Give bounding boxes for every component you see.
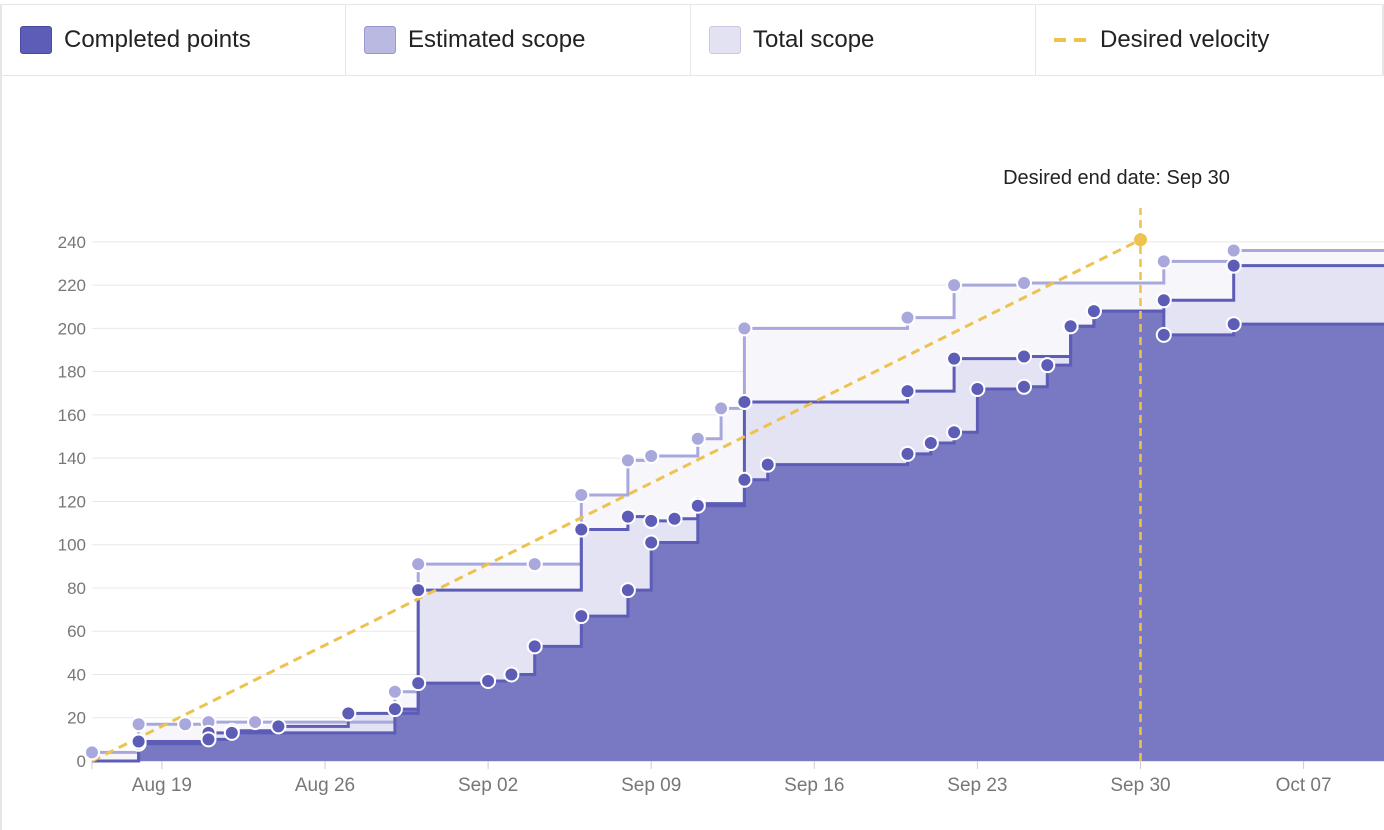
estimated-scope-point bbox=[666, 510, 683, 527]
completed-points-point bbox=[643, 534, 660, 551]
x-tick-label: Sep 09 bbox=[621, 775, 681, 796]
estimated-scope-point bbox=[899, 383, 916, 400]
estimated-scope-point bbox=[410, 582, 427, 599]
y-tick-label: 140 bbox=[58, 449, 86, 468]
completed-points-area bbox=[92, 311, 1384, 761]
estimated-scope-point bbox=[619, 508, 636, 525]
y-tick-label: 40 bbox=[67, 665, 86, 684]
estimated-scope-point bbox=[573, 521, 590, 538]
y-tick-label: 60 bbox=[67, 622, 86, 641]
y-tick-label: 180 bbox=[58, 363, 86, 382]
y-tick-label: 100 bbox=[58, 536, 86, 555]
total-scope-point bbox=[643, 448, 660, 465]
completed-points-point bbox=[759, 456, 776, 473]
estimated-scope-point bbox=[340, 705, 357, 722]
completed-points-point bbox=[503, 666, 520, 683]
completed-points-point bbox=[223, 724, 240, 741]
completed-points-point bbox=[526, 638, 543, 655]
total-scope-point bbox=[1155, 253, 1172, 270]
completed-points-point bbox=[736, 471, 753, 488]
total-scope-point bbox=[1016, 274, 1032, 291]
total-scope-point bbox=[946, 277, 963, 294]
completed-points-point bbox=[1155, 326, 1172, 343]
y-tick-label: 220 bbox=[58, 276, 86, 295]
desired-end-date-label: Desired end date: Sep 30 bbox=[1003, 167, 1230, 189]
completed-points-point bbox=[619, 582, 636, 599]
x-tick-label: Aug 19 bbox=[132, 775, 192, 796]
burnup-chart: 020406080100120140160180200220240Aug 19 A… bbox=[58, 167, 1384, 796]
total-scope-point bbox=[1225, 242, 1242, 259]
completed-points-point bbox=[899, 445, 916, 462]
completed-points-point bbox=[573, 608, 590, 625]
estimated-scope-point bbox=[270, 718, 287, 735]
completed-points-point bbox=[130, 733, 147, 750]
total-scope-point bbox=[386, 683, 403, 700]
completed-points-point bbox=[1085, 303, 1102, 320]
total-scope-point bbox=[526, 556, 543, 573]
total-scope-point bbox=[899, 309, 916, 326]
estimated-scope-point bbox=[1155, 292, 1172, 309]
total-scope-point bbox=[573, 486, 590, 503]
y-tick-label: 120 bbox=[58, 492, 86, 511]
completed-points-point bbox=[410, 675, 427, 692]
completed-points-point bbox=[386, 701, 403, 718]
estimated-scope-point bbox=[946, 350, 963, 367]
total-scope-point bbox=[177, 716, 194, 733]
completed-points-point bbox=[969, 380, 986, 397]
completed-points-point bbox=[1039, 357, 1056, 374]
x-tick-label: Oct 07 bbox=[1276, 775, 1332, 796]
y-tick-label: 160 bbox=[58, 406, 86, 425]
total-scope-point bbox=[713, 400, 730, 417]
completed-points-point bbox=[689, 497, 706, 514]
x-tick-label: Aug 26 bbox=[295, 775, 355, 796]
completed-points-point bbox=[1225, 316, 1242, 333]
desired-end-point bbox=[1134, 233, 1147, 247]
estimated-scope-point bbox=[1225, 257, 1242, 274]
completed-points-point bbox=[946, 424, 963, 441]
y-tick-label: 80 bbox=[67, 579, 86, 598]
completed-points-point bbox=[200, 731, 217, 748]
total-scope-point bbox=[619, 452, 636, 469]
y-tick-label: 240 bbox=[58, 233, 86, 252]
total-scope-point bbox=[689, 430, 706, 447]
completed-points-point bbox=[480, 672, 497, 689]
estimated-scope-point bbox=[736, 393, 753, 410]
total-scope-point bbox=[247, 714, 264, 731]
total-scope-point bbox=[84, 744, 100, 761]
estimated-scope-point bbox=[1016, 348, 1032, 365]
y-tick-label: 20 bbox=[67, 709, 86, 728]
estimated-scope-point bbox=[643, 512, 660, 529]
completed-points-point bbox=[1062, 318, 1079, 335]
total-scope-point bbox=[130, 716, 147, 733]
x-tick-label: Sep 23 bbox=[947, 775, 1007, 796]
y-tick-label: 200 bbox=[58, 319, 86, 338]
x-tick-label: Sep 30 bbox=[1110, 775, 1170, 796]
total-scope-point bbox=[736, 320, 753, 337]
completed-points-point bbox=[922, 435, 939, 452]
x-tick-label: Sep 02 bbox=[458, 775, 518, 796]
total-scope-point bbox=[410, 556, 427, 573]
x-tick-label: Sep 16 bbox=[784, 775, 844, 796]
completed-points-point bbox=[1016, 378, 1032, 395]
